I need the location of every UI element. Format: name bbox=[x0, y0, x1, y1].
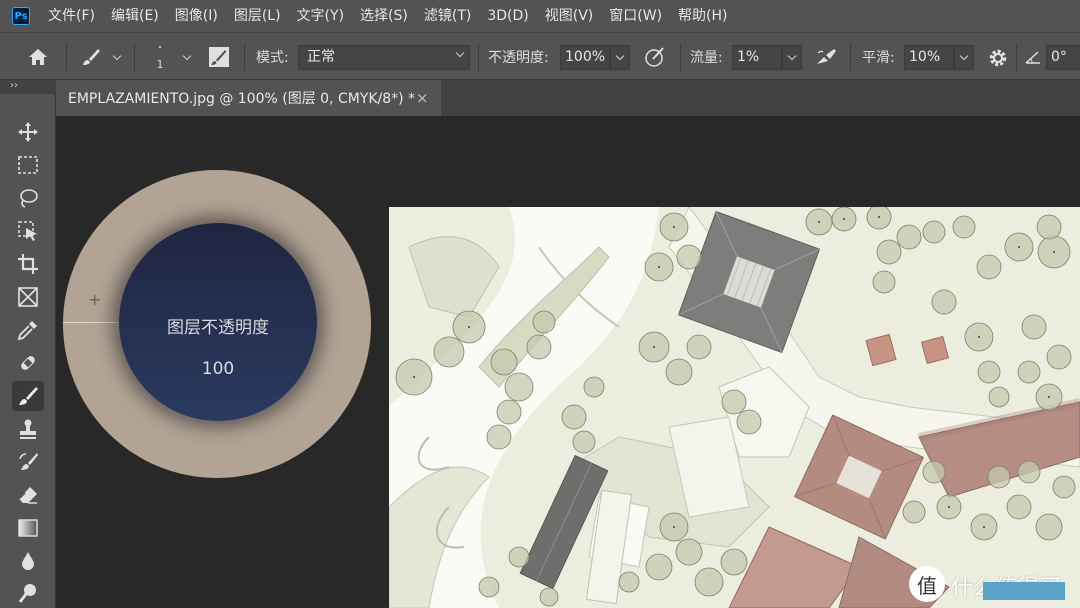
angle-value: 0° bbox=[1051, 49, 1067, 65]
lasso-tool[interactable] bbox=[12, 183, 44, 213]
brush-tool[interactable] bbox=[12, 381, 44, 411]
history-brush-tool[interactable] bbox=[12, 447, 44, 477]
object-select-icon bbox=[18, 221, 37, 241]
frame-tool[interactable] bbox=[12, 282, 44, 312]
airbrush-icon[interactable] bbox=[812, 45, 840, 69]
opacity-value: 100% bbox=[565, 49, 606, 65]
document-tab[interactable]: EMPLAZAMIENTO.jpg @ 100% (图层 0, CMYK/8*)… bbox=[56, 80, 441, 116]
angle-input[interactable]: 0° bbox=[1046, 45, 1080, 70]
menu-file[interactable]: 文件(F) bbox=[40, 0, 103, 32]
hud-value: 100 bbox=[201, 359, 235, 379]
flow-value: 1% bbox=[737, 49, 760, 65]
brush-size-dropdown[interactable] bbox=[180, 47, 194, 67]
menu-window[interactable]: 窗口(W) bbox=[601, 0, 670, 32]
menu-view[interactable]: 视图(V) bbox=[537, 0, 602, 32]
photoshop-window: Ps 文件(F) 编辑(E) 图像(I) 图层(L) 文字(Y) 选择(S) 滤… bbox=[0, 0, 1080, 608]
crop-tool[interactable] bbox=[12, 249, 44, 279]
site-plan-image bbox=[389, 207, 1080, 608]
opacity-input[interactable]: 100% bbox=[560, 45, 610, 70]
move-tool[interactable] bbox=[12, 117, 44, 147]
watermark-logo-icon: 值 bbox=[909, 566, 945, 602]
menu-image[interactable]: 图像(I) bbox=[167, 0, 226, 32]
blur-icon bbox=[22, 552, 34, 570]
watermark: 值 什么值得买 bbox=[905, 562, 1080, 608]
eyedropper-tool[interactable] bbox=[12, 315, 44, 345]
dodge-icon bbox=[18, 584, 36, 603]
healing-brush-tool[interactable] bbox=[12, 348, 44, 378]
opacity-label: 不透明度: bbox=[488, 50, 549, 66]
panel-collapse-button[interactable]: ›› bbox=[0, 80, 56, 94]
history-brush-icon bbox=[19, 453, 38, 470]
menu-layer[interactable]: 图层(L) bbox=[226, 0, 289, 32]
flow-dropdown[interactable] bbox=[782, 45, 802, 70]
gradient-icon bbox=[18, 519, 38, 537]
opacity-dropdown[interactable] bbox=[610, 45, 630, 70]
menu-type[interactable]: 文字(Y) bbox=[289, 0, 352, 32]
move-icon bbox=[18, 122, 38, 142]
pressure-opacity-icon[interactable] bbox=[642, 45, 668, 69]
crop-icon bbox=[18, 254, 38, 274]
menu-bar: Ps 文件(F) 编辑(E) 图像(I) 图层(L) 文字(Y) 选择(S) 滤… bbox=[0, 0, 1080, 32]
gradient-tool[interactable] bbox=[12, 513, 44, 543]
mode-label: 模式: bbox=[256, 50, 289, 66]
brush-size-label: 1 bbox=[156, 57, 164, 71]
eraser-tool[interactable] bbox=[12, 480, 44, 510]
mode-select[interactable]: 正常 bbox=[298, 45, 470, 70]
smoothing-input[interactable]: 10% bbox=[904, 45, 954, 70]
dodge-tool[interactable] bbox=[12, 578, 44, 608]
blur-tool[interactable] bbox=[12, 546, 44, 576]
mode-value: 正常 bbox=[307, 49, 335, 65]
angle-icon bbox=[1022, 47, 1044, 67]
menu-filter[interactable]: 滤镜(T) bbox=[416, 0, 479, 32]
clone-stamp-tool[interactable] bbox=[12, 414, 44, 444]
marquee-icon bbox=[18, 156, 38, 174]
options-bar: 1 模式: 正常 不透明度: 100% 流量: 1% 平滑: 10% 0° bbox=[0, 32, 1080, 80]
smoothing-label: 平滑: bbox=[862, 50, 895, 66]
hud-label: 图层不透明度 bbox=[167, 318, 269, 338]
document-tab-title: EMPLAZAMIENTO.jpg @ 100% (图层 0, CMYK/8*)… bbox=[68, 91, 416, 107]
brush-size-preview[interactable]: 1 bbox=[150, 39, 170, 77]
eraser-icon bbox=[18, 487, 37, 504]
smoothing-dropdown[interactable] bbox=[954, 45, 974, 70]
gear-icon[interactable] bbox=[984, 45, 1012, 71]
healing-brush-icon bbox=[21, 356, 35, 370]
brush-preset-dropdown[interactable] bbox=[110, 47, 124, 67]
eyedropper-icon bbox=[17, 321, 37, 341]
chevron-down-icon bbox=[455, 48, 465, 58]
frame-icon bbox=[18, 287, 38, 307]
smoothing-value: 10% bbox=[909, 49, 941, 65]
menu-select[interactable]: 选择(S) bbox=[352, 0, 416, 32]
flow-input[interactable]: 1% bbox=[732, 45, 782, 70]
object-select-tool[interactable] bbox=[12, 216, 44, 246]
document-tab-bar: EMPLAZAMIENTO.jpg @ 100% (图层 0, CMYK/8*)… bbox=[56, 80, 1080, 116]
close-icon[interactable]: × bbox=[416, 89, 429, 107]
home-icon[interactable] bbox=[24, 45, 52, 69]
clone-stamp-icon bbox=[20, 419, 36, 439]
hud-center: 图层不透明度 100 bbox=[119, 223, 317, 421]
menu-edit[interactable]: 编辑(E) bbox=[103, 0, 167, 32]
brush-settings-panel-icon[interactable] bbox=[206, 45, 232, 69]
menu-help[interactable]: 帮助(H) bbox=[670, 0, 735, 32]
plus-icon: + bbox=[88, 290, 102, 309]
marquee-tool[interactable] bbox=[12, 150, 44, 180]
watermark-bar bbox=[983, 582, 1065, 600]
brush-icon bbox=[19, 387, 38, 405]
hud-indicator-line bbox=[63, 322, 119, 323]
flow-label: 流量: bbox=[690, 50, 723, 66]
brush-preset-icon[interactable] bbox=[78, 45, 104, 69]
layer-opacity-hud: + 图层不透明度 100 bbox=[63, 170, 371, 478]
photoshop-logo: Ps bbox=[12, 7, 30, 25]
lasso-icon bbox=[20, 189, 38, 208]
menu-3d[interactable]: 3D(D) bbox=[479, 0, 536, 32]
